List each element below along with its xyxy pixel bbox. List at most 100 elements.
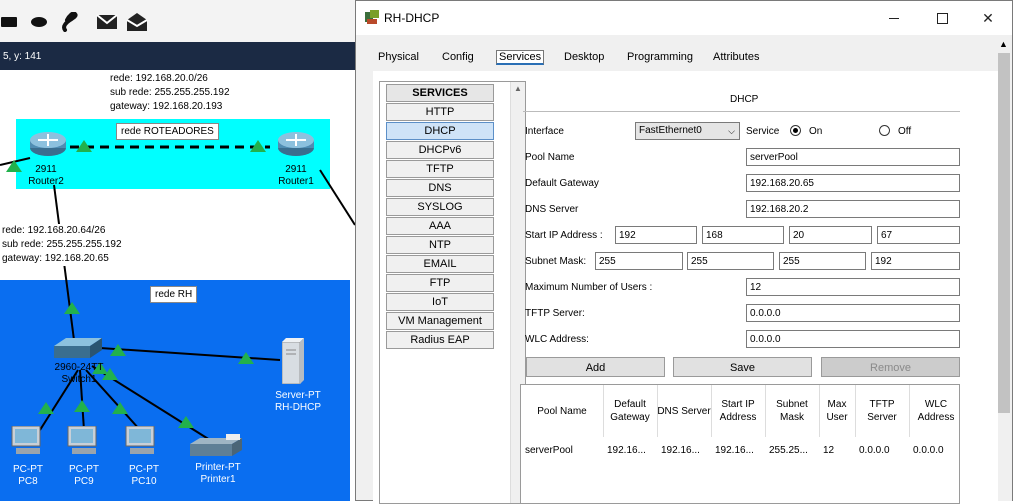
service-on-radio[interactable] (790, 125, 801, 136)
printer-label: Printer-PT Printer1 (188, 462, 248, 486)
column-header: Start IP Address (711, 385, 766, 437)
tab-programming[interactable]: Programming (627, 51, 693, 63)
device-model: 2911 (35, 164, 57, 175)
table-cell[interactable]: serverPool (525, 445, 573, 456)
service-dns[interactable]: DNS (386, 179, 494, 197)
ellipse-tool-icon[interactable] (30, 11, 48, 33)
device-model: 2911 (285, 164, 307, 175)
tftp-server-label: TFTP Server: (525, 308, 585, 319)
service-radius-eap[interactable]: Radius EAP (386, 331, 494, 349)
pc10-icon[interactable] (124, 425, 158, 456)
note-line: rede: 192.168.20.0/26 (110, 73, 208, 84)
close-button[interactable]: ✕ (966, 5, 1010, 31)
start-ip-octet-1[interactable]: 192 (615, 226, 697, 244)
pool-name-label: Pool Name (525, 152, 575, 163)
complex-pdu-icon[interactable] (126, 11, 148, 33)
subnet-octet-3[interactable]: 255 (779, 252, 866, 270)
scroll-up-icon[interactable]: ▲ (514, 84, 522, 93)
subnet-octet-1[interactable]: 255 (595, 252, 683, 270)
note-line: rede: 192.168.20.64/26 (2, 225, 106, 236)
window-scrollbar[interactable]: ▲ (996, 35, 1012, 501)
service-ntp[interactable]: NTP (386, 236, 494, 254)
max-users-input[interactable]: 12 (746, 278, 960, 296)
services-header: SERVICES (386, 84, 494, 102)
device-model: PC-PT (13, 464, 43, 475)
service-http[interactable]: HTTP (386, 103, 494, 121)
note-line: gateway: 192.168.20.193 (110, 101, 223, 112)
pc8-icon[interactable] (10, 425, 44, 456)
services-panel: SERVICES HTTP DHCP DHCPv6 TFTP DNS SYSLO… (373, 71, 998, 504)
table-cell[interactable]: 12 (823, 445, 834, 456)
table-cell[interactable]: 192.16... (715, 445, 754, 456)
pool-table: Pool Name Default Gateway DNS Server Sta… (520, 384, 960, 504)
router2-label: 2911 Router2 (26, 164, 66, 188)
table-cell[interactable]: 255.25... (769, 445, 808, 456)
table-cell[interactable]: 192.16... (661, 445, 700, 456)
service-email[interactable]: EMAIL (386, 255, 494, 273)
tftp-server-input[interactable]: 0.0.0.0 (746, 304, 960, 322)
service-aaa[interactable]: AAA (386, 217, 494, 235)
coordinates-bar: 5, y: 141 (0, 42, 355, 70)
radio-selected-dot (793, 128, 798, 133)
service-vm-management[interactable]: VM Management (386, 312, 494, 330)
subnet-octet-4[interactable]: 192 (871, 252, 960, 270)
table-cell[interactable]: 0.0.0.0 (913, 445, 944, 456)
tab-services[interactable]: Services (496, 50, 545, 65)
start-ip-octet-2[interactable]: 168 (702, 226, 784, 244)
start-ip-octet-3[interactable]: 20 (789, 226, 872, 244)
switch-icon[interactable] (54, 336, 102, 360)
switch-label: 2960-24TT Switch1 (50, 362, 108, 386)
chevron-down-icon: ⌵ (728, 126, 735, 136)
service-label: Service (746, 126, 780, 137)
remove-button[interactable]: Remove (821, 357, 960, 377)
router1-icon[interactable] (276, 130, 316, 158)
services-list: SERVICES HTTP DHCP DHCPv6 TFTP DNS SYSLO… (379, 81, 526, 504)
device-model: Printer-PT (195, 462, 241, 473)
minimize-button[interactable] (872, 5, 916, 31)
pool-name-input[interactable]: serverPool (746, 148, 960, 166)
default-gateway-input[interactable]: 192.168.20.65 (746, 174, 960, 192)
service-dhcpv6[interactable]: DHCPv6 (386, 141, 494, 159)
topology-workspace[interactable]: rede: 192.168.20.0/26 sub rede: 255.255.… (0, 70, 355, 501)
service-tftp[interactable]: TFTP (386, 160, 494, 178)
simple-pdu-icon[interactable] (96, 11, 118, 33)
rectangle-tool-icon[interactable] (0, 11, 18, 33)
device-name: Router1 (278, 176, 314, 187)
dns-server-input[interactable]: 192.168.20.2 (746, 200, 960, 218)
table-cell[interactable]: 0.0.0.0 (859, 445, 890, 456)
start-ip-octet-4[interactable]: 67 (877, 226, 960, 244)
tab-desktop[interactable]: Desktop (564, 51, 604, 63)
service-off-radio[interactable] (879, 125, 890, 136)
tab-physical[interactable]: Physical (378, 51, 419, 63)
wlc-address-input[interactable]: 0.0.0.0 (746, 330, 960, 348)
subnet-octet-2[interactable]: 255 (687, 252, 774, 270)
device-name: Switch1 (61, 374, 97, 385)
maximize-icon (936, 12, 948, 24)
scroll-thumb[interactable] (998, 53, 1010, 413)
device-window: RH-DHCP ✕ Physical Config Services Deskt… (355, 0, 1013, 504)
pc9-label: PC-PT PC9 (64, 464, 104, 488)
dns-server-label: DNS Server (525, 204, 579, 215)
start-ip-label: Start IP Address : (525, 230, 603, 241)
server-icon[interactable] (281, 338, 304, 385)
service-ftp[interactable]: FTP (386, 274, 494, 292)
window-title: RH-DHCP (384, 11, 440, 25)
service-syslog[interactable]: SYSLOG (386, 198, 494, 216)
save-button[interactable]: Save (673, 357, 812, 377)
device-model: Server-PT (275, 390, 321, 401)
pc9-icon[interactable] (66, 425, 100, 456)
service-dhcp[interactable]: DHCP (386, 122, 494, 140)
printer-icon[interactable] (190, 434, 244, 458)
table-cell[interactable]: 192.16... (607, 445, 646, 456)
tab-config[interactable]: Config (442, 51, 474, 63)
router2-icon[interactable] (28, 130, 68, 158)
add-button[interactable]: Add (526, 357, 665, 377)
service-iot[interactable]: IoT (386, 293, 494, 311)
interface-select[interactable]: FastEthernet0 ⌵ (635, 122, 740, 140)
maximize-button[interactable] (920, 5, 964, 31)
network-note-routers: rede: 192.168.20.0/26 sub rede: 255.255.… (108, 72, 232, 114)
freeform-tool-icon[interactable] (60, 11, 80, 33)
tab-attributes[interactable]: Attributes (713, 51, 759, 63)
scroll-up-icon[interactable]: ▲ (999, 39, 1008, 49)
device-model: PC-PT (129, 464, 159, 475)
